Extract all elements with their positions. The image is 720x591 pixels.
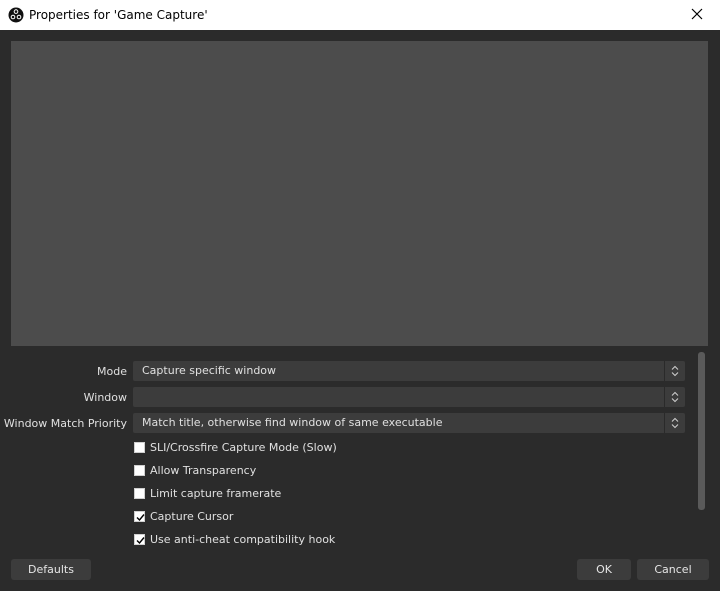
mode-dropdown[interactable]: Capture specific window [133, 361, 685, 381]
checkmark-icon [136, 536, 145, 544]
mode-value: Capture specific window [142, 364, 277, 377]
checkbox-box[interactable] [134, 464, 145, 476]
updown-chevron-icon [664, 413, 685, 433]
window-match-priority-value: Match title, otherwise find window of sa… [142, 416, 443, 429]
scrollbar-thumb[interactable] [698, 352, 705, 510]
checkbox-box[interactable] [134, 487, 145, 499]
cancel-button[interactable]: Cancel [637, 559, 709, 580]
ok-button[interactable]: OK [577, 559, 631, 580]
window-match-priority-dropdown[interactable]: Match title, otherwise find window of sa… [133, 413, 685, 433]
window-dropdown[interactable] [133, 387, 685, 407]
title-bar: Properties for 'Game Capture' [0, 0, 720, 30]
checkbox-label: SLI/Crossfire Capture Mode (Slow) [150, 440, 337, 454]
checkbox-label: Limit capture framerate [150, 486, 282, 500]
allow-transparency-checkbox[interactable]: Allow Transparency [134, 462, 256, 478]
defaults-button[interactable]: Defaults [11, 559, 91, 580]
checkbox-box[interactable] [134, 510, 145, 522]
checkbox-box[interactable] [134, 441, 145, 453]
close-icon [691, 8, 703, 23]
window-match-priority-label: Window Match Priority [3, 417, 127, 430]
checkbox-box[interactable] [134, 533, 145, 545]
properties-scrollbar[interactable] [697, 352, 707, 510]
updown-chevron-icon [664, 361, 685, 381]
capture-cursor-checkbox[interactable]: Capture Cursor [134, 508, 233, 524]
checkmark-icon [136, 513, 145, 521]
close-button[interactable] [674, 0, 720, 30]
window-title: Properties for 'Game Capture' [29, 8, 208, 22]
checkbox-label: Capture Cursor [150, 509, 234, 523]
mode-label: Mode [97, 365, 127, 378]
sli-crossfire-checkbox[interactable]: SLI/Crossfire Capture Mode (Slow) [134, 439, 337, 455]
limit-framerate-checkbox[interactable]: Limit capture framerate [134, 485, 281, 501]
checkbox-label: Use anti-cheat compatibility hook [150, 532, 336, 546]
checkbox-label: Allow Transparency [150, 463, 257, 477]
anti-cheat-hook-checkbox[interactable]: Use anti-cheat compatibility hook [134, 531, 335, 547]
source-preview [11, 41, 708, 346]
updown-chevron-icon [664, 387, 685, 407]
window-label: Window [83, 391, 127, 404]
obs-logo-icon [8, 7, 24, 23]
